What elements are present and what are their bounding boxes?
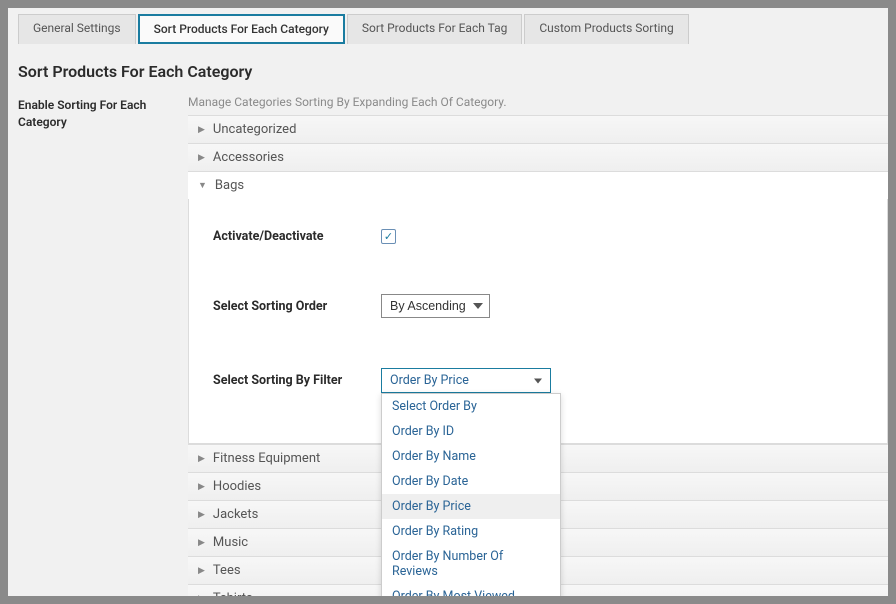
category-label: Hoodies	[213, 479, 261, 494]
sorting-order-label: Select Sorting Order	[213, 299, 381, 314]
chevron-right-icon: ▶	[198, 482, 205, 492]
chevron-right-icon: ▶	[198, 125, 205, 135]
category-label: Fitness Equipment	[213, 451, 320, 466]
sorting-filter-dropdown: Select Order By Order By ID Order By Nam…	[381, 393, 561, 596]
filter-option[interactable]: Order By Price	[382, 494, 560, 519]
chevron-right-icon: ▶	[198, 153, 205, 163]
activate-label: Activate/Deactivate	[213, 229, 381, 244]
sorting-filter-label: Select Sorting By Filter	[213, 373, 381, 388]
category-uncategorized[interactable]: ▶ Uncategorized	[188, 115, 888, 144]
check-icon: ✓	[384, 230, 393, 243]
category-label: Tshirts	[213, 591, 253, 596]
filter-option[interactable]: Select Order By	[382, 394, 560, 419]
category-label: Jackets	[213, 507, 258, 522]
tab-general-settings[interactable]: General Settings	[18, 14, 136, 44]
tab-sort-category[interactable]: Sort Products For Each Category	[138, 14, 345, 44]
category-label: Accessories	[213, 150, 284, 165]
filter-option[interactable]: Order By Date	[382, 469, 560, 494]
settings-panel: General Settings Sort Products For Each …	[8, 8, 888, 596]
section-description: Manage Categories Sorting By Expanding E…	[188, 95, 888, 115]
category-label: Bags	[215, 178, 244, 193]
filter-option[interactable]: Order By ID	[382, 419, 560, 444]
activate-checkbox[interactable]: ✓	[381, 229, 396, 244]
category-label: Music	[213, 535, 248, 550]
section-label: Enable Sorting For Each Category	[18, 95, 188, 596]
filter-option[interactable]: Order By Most Viewed	[382, 584, 560, 596]
page-title: Sort Products For Each Category	[8, 44, 888, 95]
category-label: Uncategorized	[213, 122, 296, 137]
chevron-right-icon: ▶	[198, 566, 205, 576]
category-bags[interactable]: ▼ Bags	[188, 171, 888, 200]
chevron-right-icon: ▶	[198, 510, 205, 520]
chevron-right-icon: ▶	[198, 454, 205, 464]
chevron-right-icon: ▶	[198, 594, 205, 597]
chevron-down-icon: ▼	[198, 180, 207, 191]
tab-bar: General Settings Sort Products For Each …	[8, 8, 888, 44]
sorting-filter-combo[interactable]: Order By Price Select Order By Order By …	[381, 368, 551, 393]
filter-option[interactable]: Order By Number Of Reviews	[382, 544, 560, 584]
sorting-order-select[interactable]: By Ascending	[381, 294, 490, 318]
category-accessories[interactable]: ▶ Accessories	[188, 143, 888, 172]
chevron-right-icon: ▶	[198, 538, 205, 548]
category-bags-body: Activate/Deactivate ✓ Select Sorting Ord…	[188, 199, 888, 444]
category-label: Tees	[213, 563, 241, 578]
filter-option[interactable]: Order By Rating	[382, 519, 560, 544]
sorting-filter-display[interactable]: Order By Price	[381, 368, 551, 393]
tab-custom-sorting[interactable]: Custom Products Sorting	[524, 14, 688, 44]
filter-option[interactable]: Order By Name	[382, 444, 560, 469]
tab-sort-tag[interactable]: Sort Products For Each Tag	[347, 14, 523, 44]
